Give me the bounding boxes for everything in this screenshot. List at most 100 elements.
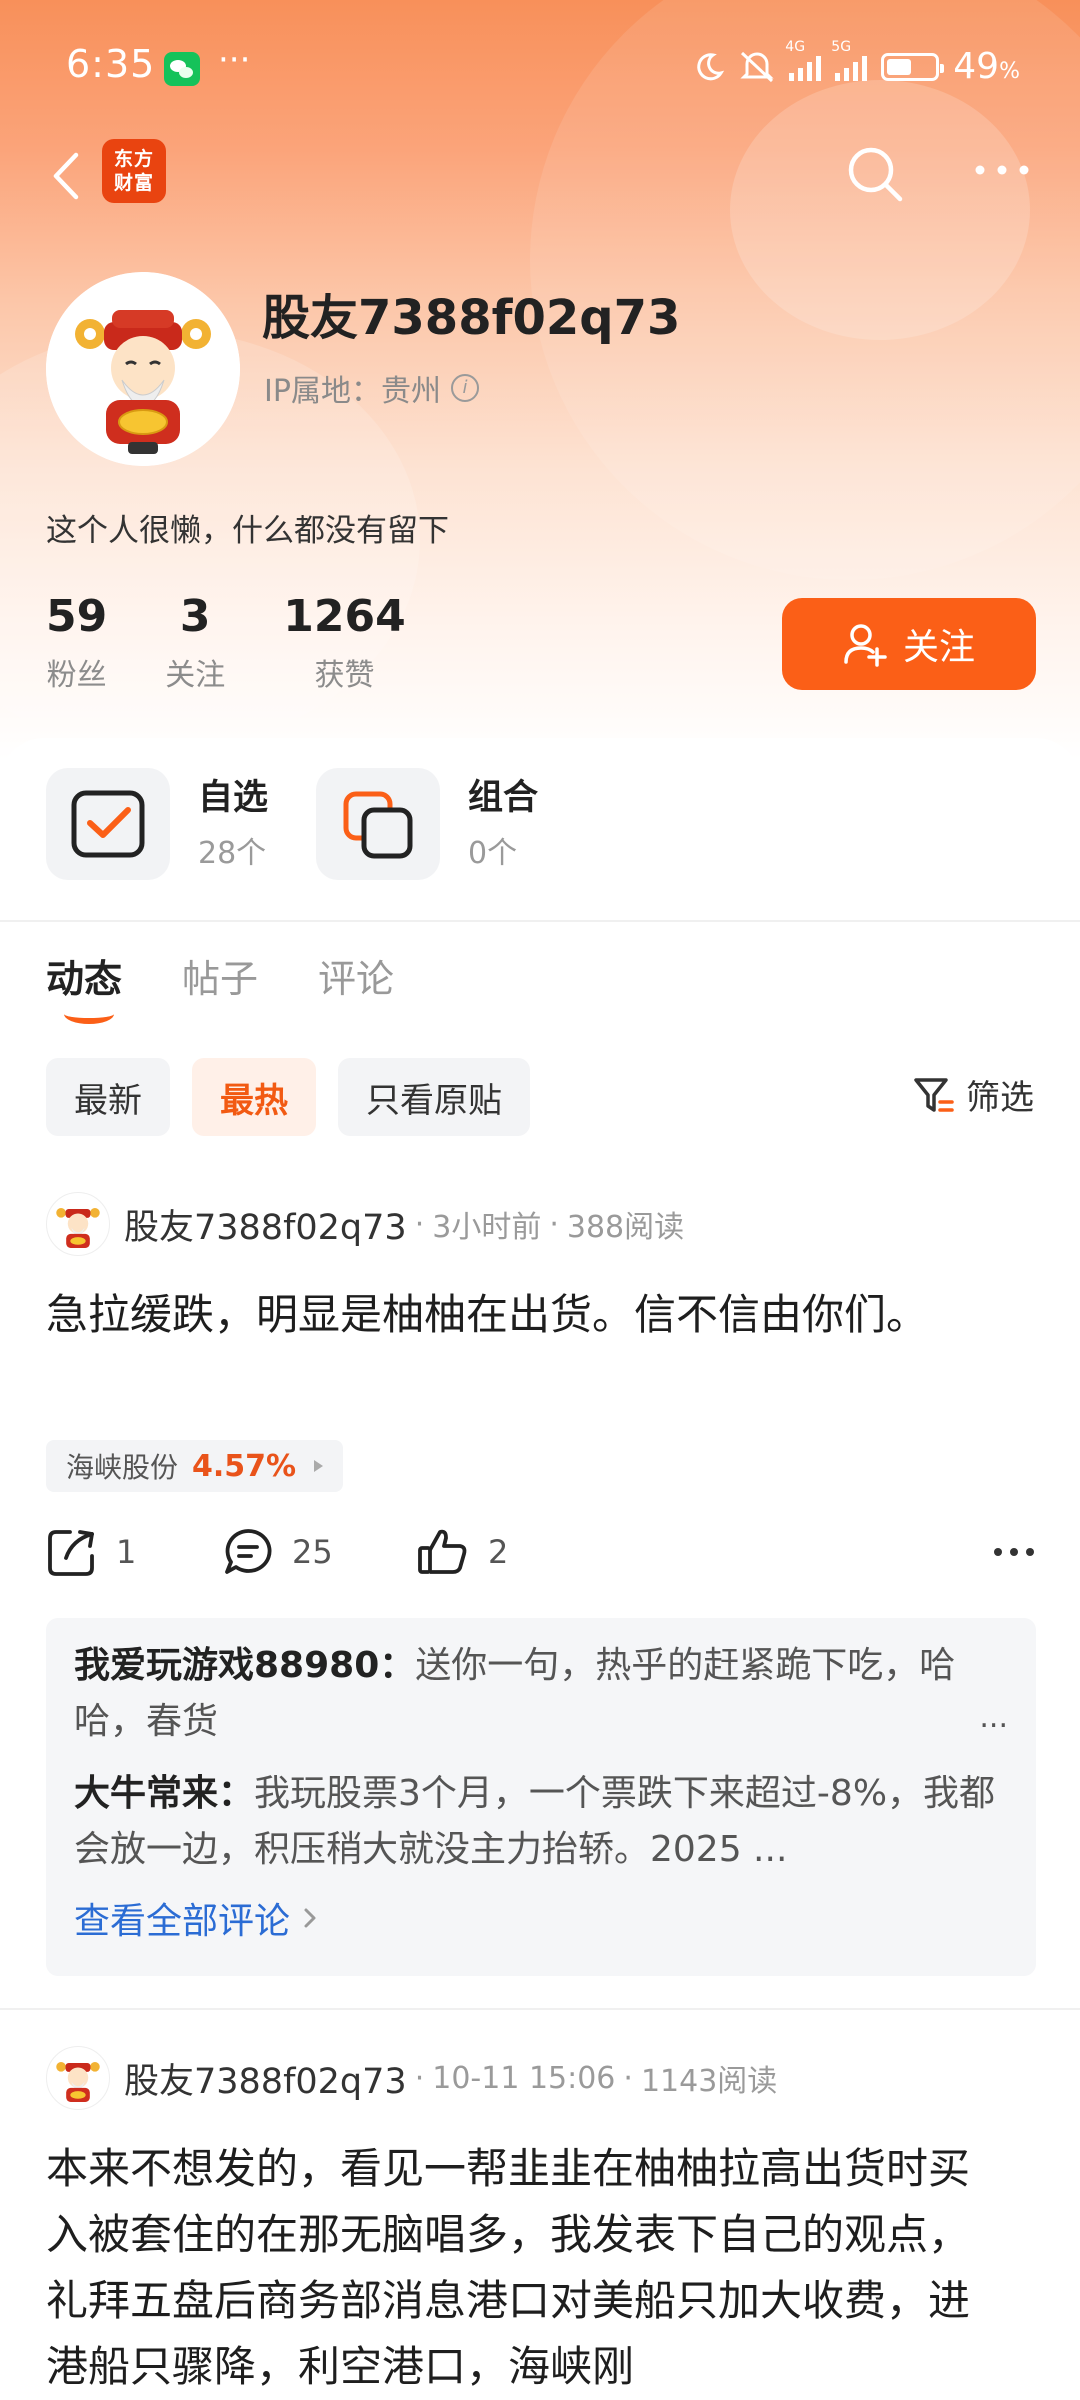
post-author-name[interactable]: 股友7388f02q73 <box>124 2053 407 2104</box>
comment-count: 25 <box>292 1533 333 1571</box>
commenter-name[interactable]: 我爱玩游戏88980： <box>74 1645 415 1686</box>
tab-comments[interactable]: 评论 <box>318 948 394 1003</box>
profile-bio: 这个人很懒，什么都没有留下 <box>46 513 449 549</box>
content-card: 自选 28个 组合 0个 动态 帖子 评论 最新 最热 只看原贴 筛选 股友73… <box>0 738 1080 2400</box>
stat-value: 3 <box>179 591 211 642</box>
tab-posts[interactable]: 帖子 <box>182 948 258 1003</box>
active-tab-indicator <box>64 1004 114 1024</box>
search-icon[interactable] <box>842 141 908 207</box>
post-meta-separator: · <box>623 2060 633 2096</box>
shortcut-watchlist[interactable]: 自选 28个 <box>46 768 268 880</box>
wechat-notification-icon <box>164 52 200 86</box>
signal-4g-icon: 4G <box>785 39 822 81</box>
info-icon[interactable]: i <box>450 374 479 402</box>
shortcut-title: 自选 <box>198 778 269 818</box>
fortune-god-avatar-icon <box>56 2062 100 2102</box>
top-nav-bar: 东方 财富 <box>0 135 1080 215</box>
like-button[interactable]: 2 <box>416 1526 508 1578</box>
stat-label: 粉丝 <box>46 658 107 693</box>
stock-tag[interactable]: 海峡股份 4.57% <box>46 1440 344 1492</box>
moon-icon <box>697 52 725 80</box>
filter-funnel-icon <box>914 1077 954 1112</box>
stat-label: 获赞 <box>314 658 375 693</box>
comment-ellipsis: ... <box>979 1700 1008 1735</box>
filter-button[interactable]: 筛选 <box>912 1070 1034 1119</box>
eastmoney-logo: 东方 财富 <box>102 139 166 203</box>
post-actions: 1 25 2 <box>46 1526 1036 1586</box>
filter-button-label: 筛选 <box>966 1078 1034 1118</box>
post-meta-separator: · <box>414 2060 425 2096</box>
stat-value: 59 <box>46 591 108 642</box>
filter-original-only[interactable]: 只看原贴 <box>338 1058 530 1136</box>
avatar[interactable] <box>46 272 240 466</box>
post-author-name[interactable]: 股友7388f02q73 <box>124 1199 407 1250</box>
battery-icon <box>881 52 945 81</box>
stat-following[interactable]: 3 关注 <box>165 590 225 694</box>
like-count: 2 <box>488 1533 509 1571</box>
post-body[interactable]: 本来不想发的，看见一帮韭韭在柚柚拉高出货时买入被套住的在那无脑唱多，我发表下自己… <box>46 2136 1006 2400</box>
status-bar: 6:35 ··· 4G 5G 49% <box>0 0 1080 140</box>
more-options-icon[interactable] <box>972 155 1032 185</box>
shortcut-count: 28个 <box>198 836 267 871</box>
status-time: 6:35 <box>66 42 156 86</box>
comment-icon <box>225 1529 272 1574</box>
stat-likes[interactable]: 1264 获赞 <box>283 590 405 694</box>
post-meta-separator: · <box>549 1206 559 1242</box>
post-header[interactable]: 股友7388f02q73 · 10-11 15:06 · 1143阅读 <box>46 2046 777 2110</box>
filter-hottest[interactable]: 最热 <box>192 1058 316 1136</box>
add-user-icon <box>844 624 887 667</box>
shortcut-count: 0个 <box>468 836 518 871</box>
watchlist-icon-box <box>46 768 170 880</box>
stock-name: 海峡股份 <box>66 1451 179 1484</box>
filter-latest[interactable]: 最新 <box>46 1058 170 1136</box>
commenter-name[interactable]: 大牛常来： <box>74 1773 254 1814</box>
divider <box>0 920 1080 922</box>
portfolio-icon <box>343 791 413 859</box>
ip-location-text: IP属地：贵州 <box>264 374 441 409</box>
profile-stats: 59 粉丝 3 关注 1264 获赞 <box>46 590 406 694</box>
fortune-god-avatar-icon <box>56 1208 100 1248</box>
post-author-avatar[interactable] <box>46 2046 110 2110</box>
sort-filters: 最新 最热 只看原贴 <box>46 1058 530 1136</box>
stock-change-pct: 4.57% <box>192 1448 297 1484</box>
view-all-comments-link[interactable]: 查看全部评论 <box>74 1892 318 1944</box>
follow-button-label: 关注 <box>902 627 975 668</box>
post-time: 3小时前 <box>432 1210 542 1245</box>
post-header[interactable]: 股友7388f02q73 · 3小时前 · 388阅读 <box>46 1192 684 1256</box>
post-more-icon[interactable] <box>992 1530 1036 1574</box>
watchlist-check-icon <box>71 790 145 858</box>
thumbs-up-icon <box>418 1529 467 1574</box>
portfolio-icon-box <box>316 768 440 880</box>
stat-value: 1264 <box>283 591 406 642</box>
shortcut-title: 组合 <box>468 778 539 818</box>
comment-preview-box[interactable]: 我爱玩游戏88980：送你一句，热乎的赶紧跪下吃，哈哈，春货 ... 大牛常来：… <box>46 1618 1036 1976</box>
content-tabs: 动态 帖子 评论 <box>46 948 394 1024</box>
more-notifications-icon: ··· <box>218 40 251 80</box>
comment-button[interactable]: 25 <box>222 1526 333 1578</box>
stat-label: 关注 <box>165 658 226 693</box>
back-arrow-icon[interactable] <box>46 149 86 203</box>
profile-username: 股友7388f02q73 <box>262 290 681 346</box>
mute-bell-icon <box>740 51 774 82</box>
ip-location: IP属地：贵州 i <box>264 366 479 410</box>
share-button[interactable]: 1 <box>46 1526 136 1578</box>
divider <box>0 2008 1080 2010</box>
post-body[interactable]: 急拉缓跌，明显是柚柚在出货。信不信由你们。 <box>46 1284 1006 1346</box>
comment-preview-item[interactable]: 我爱玩游戏88980：送你一句，热乎的赶紧跪下吃，哈哈，春货 <box>74 1638 1014 1750</box>
share-count: 1 <box>116 1533 137 1571</box>
battery-percentage: 49% <box>953 46 1020 87</box>
post-time: 10-11 15:06 <box>432 2060 616 2096</box>
shortcut-portfolio[interactable]: 组合 0个 <box>316 768 538 880</box>
tab-feed[interactable]: 动态 <box>46 948 122 1024</box>
post-author-avatar[interactable] <box>46 1192 110 1256</box>
stat-followers[interactable]: 59 粉丝 <box>46 590 107 694</box>
comment-preview-item[interactable]: 大牛常来：我玩股票3个月，一个票跌下来超过-8%，我都会放一边，积压稍大就没主力… <box>74 1766 1014 1878</box>
follow-button[interactable]: 关注 <box>782 598 1036 690</box>
signal-5g-icon: 5G <box>831 39 868 81</box>
fortune-god-avatar-icon <box>46 272 240 466</box>
post-meta-separator: · <box>414 1206 425 1242</box>
post-reads: 1143阅读 <box>640 2064 778 2099</box>
arrow-right-icon <box>314 1460 324 1472</box>
post-reads: 388阅读 <box>566 1210 685 1245</box>
chevron-right-icon <box>304 1908 316 1928</box>
